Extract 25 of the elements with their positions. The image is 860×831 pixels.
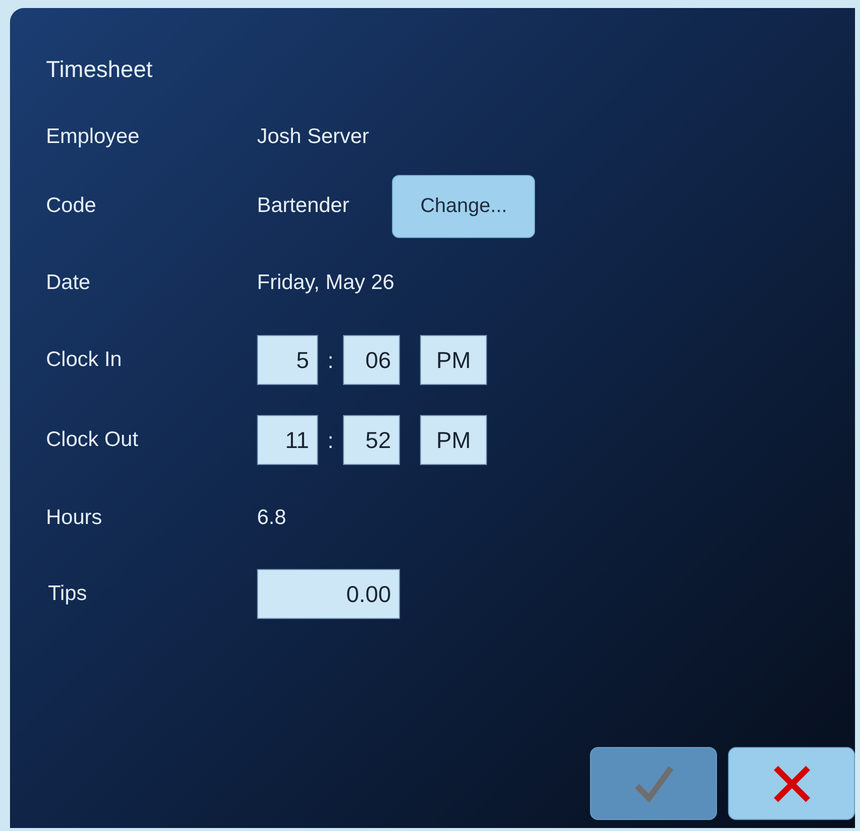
field-label: Clock Out xyxy=(46,427,140,454)
field-label: Employee xyxy=(46,124,140,150)
field-label: Hours xyxy=(46,504,104,531)
field-label: Code xyxy=(46,193,98,220)
dialog-title: Timesheet xyxy=(46,55,153,84)
hour-field[interactable]: 5 xyxy=(257,335,318,385)
field-value: 6.8 xyxy=(257,504,286,531)
field-value: Bartender xyxy=(257,193,350,220)
minute-field[interactable]: 52 xyxy=(343,415,400,465)
minute-field[interactable]: 06 xyxy=(343,335,400,385)
field-label: Clock In xyxy=(46,347,123,374)
field-value: Josh Server xyxy=(257,124,370,150)
field-value: Friday, May 26 xyxy=(257,270,394,296)
change-button[interactable]: Change... xyxy=(392,174,536,238)
field-label: Date xyxy=(46,270,92,296)
hour-field[interactable]: 11 xyxy=(257,415,318,465)
field-label: Tips xyxy=(47,581,88,608)
tips-field[interactable]: 0.00 xyxy=(257,569,400,619)
cancel-button[interactable] xyxy=(728,747,855,820)
check-icon xyxy=(634,764,674,804)
time-separator: : xyxy=(326,426,335,454)
period-field[interactable]: PM xyxy=(420,335,487,385)
time-separator: : xyxy=(326,346,335,374)
period-field[interactable]: PM xyxy=(420,415,487,465)
close-icon xyxy=(772,764,812,804)
